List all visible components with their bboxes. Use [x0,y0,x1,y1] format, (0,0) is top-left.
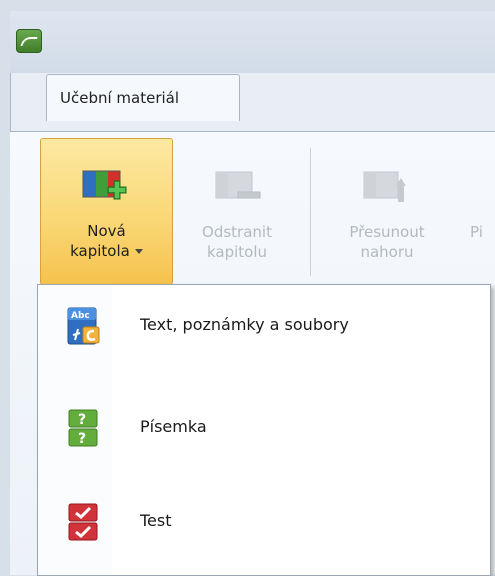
test-icon [68,503,98,541]
app-logo-icon[interactable] [16,29,42,53]
remove-chapter-button[interactable]: Odstranit kapitolu [182,140,292,285]
remove-chapter-label-line2: kapitolu [206,243,268,261]
new-chapter-dropdown-menu: Abc Text, poznámky a soubory ? ? Písemka… [37,284,491,576]
ribbon-divider [310,148,311,276]
title-bar [10,11,495,73]
menu-item-test[interactable]: Test [40,491,488,555]
new-chapter-icon [82,170,127,200]
dropdown-caret-icon [134,249,143,254]
move-up-button[interactable]: Přesunout nahoru [322,140,452,285]
menu-item-label: Text, poznámky a soubory [140,315,349,334]
menu-item-label: Test [140,511,172,530]
new-chapter-label-line2: kapitola [70,242,130,260]
partial-ribbon-button[interactable]: Pi [470,140,495,285]
new-chapter-label-line2-row: kapitola [41,241,172,261]
svg-text:Abc: Abc [71,311,90,321]
svg-text:?: ? [78,412,86,428]
move-up-label-line2: nahoru [360,243,414,261]
menu-item-written-test[interactable]: ? ? Písemka [40,397,488,461]
tab-label: Učební materiál [60,89,180,107]
menu-item-label: Písemka [140,417,207,436]
written-test-icon: ? ? [68,409,98,447]
new-chapter-label-line1: Nová [87,222,126,240]
move-up-label-line1: Přesunout [349,223,425,241]
move-up-icon [363,171,406,202]
remove-chapter-label-line1: Odstranit [202,223,272,241]
svg-text:?: ? [78,431,86,447]
text-notes-files-icon: Abc [67,307,100,345]
new-chapter-button[interactable]: Nová kapitola [40,138,173,285]
tab-study-material[interactable]: Učební materiál [46,74,240,121]
partial-ribbon-label: Pi [470,223,483,241]
remove-chapter-icon [215,171,261,199]
menu-item-text-notes-files[interactable]: Abc Text, poznámky a soubory [40,295,488,359]
